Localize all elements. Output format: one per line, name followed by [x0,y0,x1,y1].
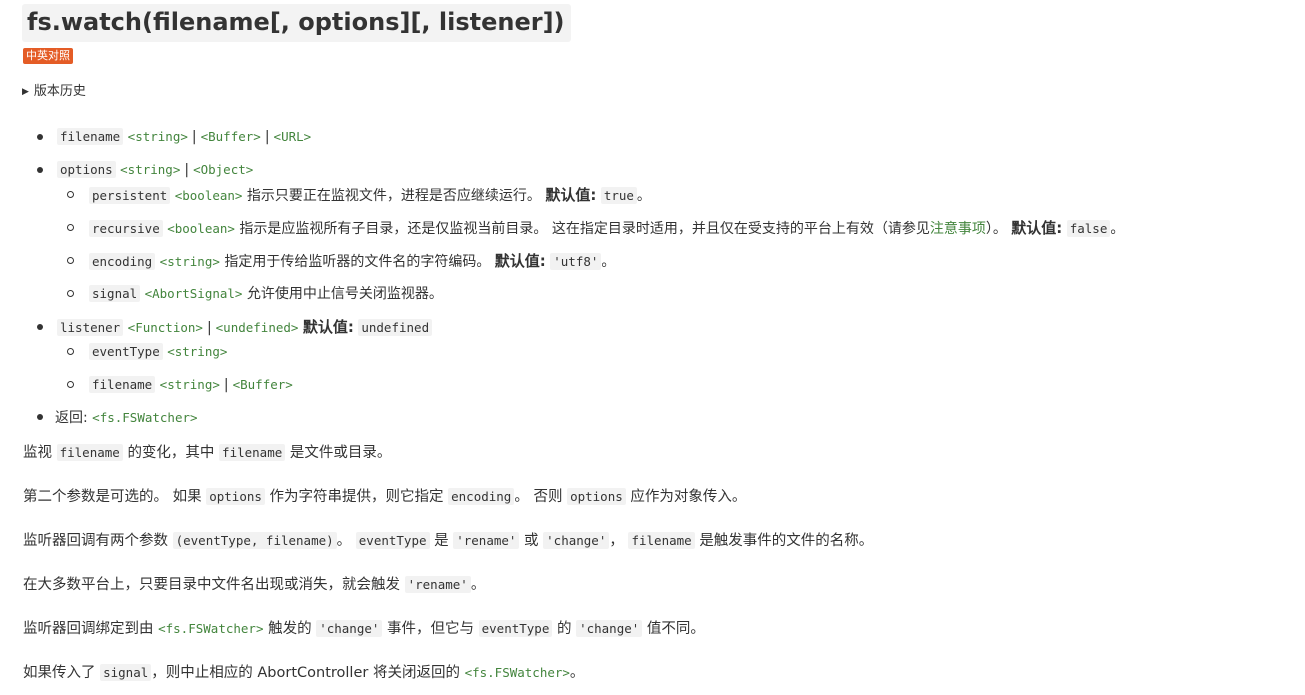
param-listener: listener <Function> | <undefined> 默认值: und… [57,316,433,339]
default-label: 默认值: [494,252,546,270]
paragraph: 如果传入了 signal ，则中止相应的 AbortController 将关闭返… [23,664,585,681]
param-description: 指示是应监视所有子目录，还是仅监视当前目录。 这在指定目录时适用，并且仅在受支持… [239,221,930,237]
paragraph: 监视 filename 的变化，其中 filename 是文件或目录。 [23,444,392,461]
default-value: true [600,187,637,204]
type-link[interactable]: <boolean> [167,221,235,236]
list-circle [67,257,74,264]
version-history-label: 版本历史 [33,84,86,99]
bilingual-toggle-badge[interactable]: 中英对照 [23,48,73,64]
default-value: 'utf8' [550,253,602,270]
list-bullet [37,324,43,330]
type-link[interactable]: <undefined> [216,320,299,335]
paragraph: 第二个参数是可选的。 如果 options 作为字符串提供，则它指定 encod… [23,488,747,505]
default-value: undefined [358,319,433,336]
version-history-toggle[interactable]: ▶ 版本历史 [22,82,86,102]
type-link[interactable]: <boolean> [175,188,243,203]
type-link[interactable]: <Buffer> [201,129,261,144]
default-label: 默认值: [1011,219,1063,237]
type-link[interactable]: <string> [160,377,220,392]
list-circle [67,290,74,297]
caveats-link[interactable]: 注意事项 [930,221,986,237]
paragraph: 监听器回调有两个参数 (eventType, filename)。 eventT… [23,532,874,549]
param-name: eventType [89,343,163,360]
param-name: persistent [89,187,171,204]
option-encoding: encoding <string> 指定用于传给监听器的文件名的字符编码。 默认… [89,250,615,273]
param-name: options [57,161,116,178]
type-link[interactable]: <string> [120,162,180,177]
param-name: filename [57,128,124,145]
param-name: signal [89,285,141,302]
list-circle [67,191,74,198]
param-description: 指示只要正在监视文件，进程是否应继续运行。 [246,188,541,204]
option-persistent: persistent <boolean> 指示只要正在监视文件，进程是否应继续运… [89,184,651,207]
disclosure-triangle-icon: ▶ [22,87,29,97]
list-bullet [37,167,43,173]
paragraph: 在大多数平台上，只要目录中文件名出现或消失，就会触发 'rename'。 [23,576,486,593]
type-link[interactable]: <Object> [193,162,253,177]
option-signal: signal <AbortSignal> 允许使用中止信号关闭监视器。 [89,283,443,305]
param-name: listener [57,319,124,336]
page-title: fs.watch(filename[, options][, listener]… [22,4,571,42]
type-link[interactable]: <fs.FSWatcher> [92,410,197,425]
param-description: 允许使用中止信号关闭监视器。 [246,286,443,302]
default-value: false [1066,220,1111,237]
option-recursive: recursive <boolean> 指示是应监视所有子目录，还是仅监视当前目… [89,217,1124,240]
type-link[interactable]: <string> [160,254,220,269]
type-link[interactable]: <Function> [128,320,203,335]
type-link[interactable]: <AbortSignal> [145,286,243,301]
default-label: 默认值: [302,318,354,336]
list-circle [67,224,74,231]
paragraph: 监听器回调绑定到由 <fs.FSWatcher> 触发的 'change' 事件… [23,620,705,637]
param-name: encoding [89,253,156,270]
type-link[interactable]: <fs.FSWatcher> [465,665,570,680]
param-name: recursive [89,220,163,237]
list-circle [67,348,74,355]
list-circle [67,381,74,388]
listener-arg-filename: filename <string> | <Buffer> [89,374,293,396]
type-link[interactable]: <Buffer> [233,377,293,392]
listener-arg-eventtype: eventType <string> [89,341,227,363]
list-bullet [37,134,43,140]
type-link[interactable]: <string> [128,129,188,144]
list-bullet [37,414,43,420]
returns-label: 返回: [55,410,88,426]
type-link[interactable]: <URL> [274,129,312,144]
returns: 返回: <fs.FSWatcher> [55,407,198,429]
type-link[interactable]: <string> [167,344,227,359]
param-filename: filename <string> | <Buffer> | <URL> [57,126,311,148]
param-name: filename [89,376,156,393]
param-options: options <string> | <Object> [57,159,253,181]
param-description: 指定用于传给监听器的文件名的字符编码。 [224,254,491,270]
doc-page: fs.watch(filename[, options][, listener]… [0,0,1305,695]
default-label: 默认值: [545,186,597,204]
type-link[interactable]: <fs.FSWatcher> [158,621,263,636]
